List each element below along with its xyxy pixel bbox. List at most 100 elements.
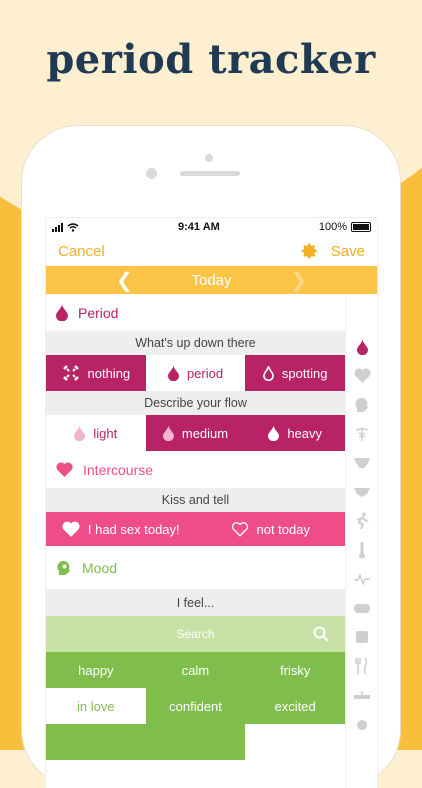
mood-calm[interactable]: calm bbox=[145, 652, 246, 688]
sidebar-scale[interactable] bbox=[346, 622, 377, 651]
search-icon bbox=[313, 626, 329, 642]
option-period-label: period bbox=[186, 365, 224, 381]
underwear-icon bbox=[354, 457, 370, 468]
period-subhead: What's up down there bbox=[46, 331, 345, 355]
pulse-icon bbox=[354, 572, 370, 585]
mood-row-3 bbox=[46, 724, 346, 760]
mood-search[interactable]: Search bbox=[46, 616, 345, 652]
app-screen: 9:41 AM 100% Cancel Save ❮ Today ❯ Perio… bbox=[46, 218, 377, 788]
runner-icon bbox=[356, 512, 369, 529]
head-icon bbox=[355, 397, 368, 412]
sleep-icon bbox=[354, 603, 370, 613]
drop-icon bbox=[356, 338, 368, 355]
option-not-today-label: not today bbox=[256, 521, 311, 537]
sidebar-runner[interactable] bbox=[346, 506, 377, 535]
battery-icon bbox=[350, 222, 371, 232]
sidebar-pad[interactable] bbox=[346, 477, 377, 506]
mood-subhead: I feel... bbox=[46, 589, 345, 616]
heart-icon bbox=[62, 521, 80, 537]
mood-row-1: happy calm frisky bbox=[46, 652, 346, 688]
option-nothing-label: nothing bbox=[87, 365, 131, 381]
flow-options: light medium heavy bbox=[46, 415, 346, 451]
sidebar-heart[interactable] bbox=[346, 361, 377, 390]
save-button[interactable]: Save bbox=[331, 243, 365, 260]
signal-icon bbox=[52, 222, 63, 232]
intercourse-subhead: Kiss and tell bbox=[46, 488, 345, 512]
chevron-right-icon[interactable]: ❯ bbox=[290, 268, 307, 293]
thermometer-icon bbox=[359, 541, 365, 558]
mood-row-2: in love confident excited bbox=[46, 688, 346, 724]
gear-icon[interactable] bbox=[301, 242, 319, 260]
period-header: Period bbox=[46, 294, 345, 331]
sidebar-head[interactable] bbox=[346, 390, 377, 419]
drop-icon bbox=[56, 304, 68, 321]
flow-medium[interactable]: medium bbox=[145, 415, 246, 451]
head-icon bbox=[57, 560, 70, 575]
drop-icon bbox=[74, 425, 86, 441]
sidebar-drop[interactable] bbox=[346, 332, 377, 361]
mood-happy[interactable]: happy bbox=[46, 652, 146, 688]
option-nothing[interactable]: nothing bbox=[46, 355, 146, 391]
chevron-left-icon[interactable]: ❮ bbox=[116, 268, 133, 293]
mood-in-love[interactable]: in love bbox=[46, 688, 146, 724]
sidebar-caduceus[interactable] bbox=[346, 419, 377, 448]
intercourse-header: Intercourse bbox=[46, 451, 345, 488]
sidebar-underwear[interactable] bbox=[346, 448, 377, 477]
flow-medium-label: medium bbox=[181, 425, 229, 441]
drop-icon bbox=[268, 425, 280, 441]
phone-frame: 9:41 AM 100% Cancel Save ❮ Today ❯ Perio… bbox=[22, 126, 400, 788]
date-label: Today bbox=[191, 271, 232, 289]
drop-icon bbox=[167, 365, 179, 381]
option-not-today[interactable]: not today bbox=[196, 512, 346, 546]
status-bar: 9:41 AM 100% bbox=[46, 218, 377, 236]
mood-cell[interactable] bbox=[245, 724, 346, 760]
option-had-sex-label: I had sex today! bbox=[87, 521, 180, 537]
intercourse-options: I had sex today! not today bbox=[46, 512, 345, 546]
scale-icon bbox=[356, 630, 368, 643]
drop-icon bbox=[162, 425, 174, 441]
mood-excited[interactable]: excited bbox=[245, 688, 346, 724]
ruler-icon bbox=[354, 690, 370, 699]
flow-light[interactable]: light bbox=[46, 415, 146, 451]
headline: period tracker bbox=[46, 36, 376, 83]
heart-icon bbox=[353, 368, 371, 383]
sidebar-ruler[interactable] bbox=[346, 680, 377, 709]
heart-outline-icon bbox=[231, 522, 248, 537]
cancel-button[interactable]: Cancel bbox=[58, 243, 105, 260]
search-placeholder: Search bbox=[176, 627, 215, 641]
option-spotting[interactable]: spotting bbox=[245, 355, 346, 391]
flow-subhead: Describe your flow bbox=[46, 391, 345, 415]
intercourse-title: Intercourse bbox=[83, 461, 154, 478]
battery-percent: 100% bbox=[318, 221, 347, 233]
period-options: nothing period spotting bbox=[46, 355, 346, 391]
mood-frisky[interactable]: frisky bbox=[245, 652, 346, 688]
sidebar-food[interactable] bbox=[346, 651, 377, 680]
option-had-sex[interactable]: I had sex today! bbox=[46, 512, 196, 546]
cross-circle-icon bbox=[62, 365, 79, 381]
nav-bar: Cancel Save bbox=[46, 236, 377, 266]
phone-speaker bbox=[180, 171, 240, 176]
mood-cell[interactable] bbox=[46, 724, 146, 760]
phone-camera bbox=[146, 168, 157, 179]
wifi-icon bbox=[67, 222, 79, 232]
period-title: Period bbox=[78, 304, 119, 321]
flow-heavy[interactable]: heavy bbox=[245, 415, 346, 451]
content-area: Period What's up down there nothing peri… bbox=[46, 294, 346, 760]
option-period[interactable]: period bbox=[145, 355, 246, 391]
mood-header: Mood bbox=[46, 546, 345, 589]
mood-cell[interactable] bbox=[145, 724, 246, 760]
pad-icon bbox=[354, 487, 370, 497]
sidebar-bottle[interactable] bbox=[346, 709, 377, 738]
flow-light-label: light bbox=[93, 425, 118, 441]
sidebar-pulse[interactable] bbox=[346, 564, 377, 593]
mood-confident[interactable]: confident bbox=[145, 688, 246, 724]
sidebar-thermometer[interactable] bbox=[346, 535, 377, 564]
status-time: 9:41 AM bbox=[178, 221, 220, 233]
bottle-icon bbox=[357, 719, 367, 730]
flow-heavy-label: heavy bbox=[287, 425, 323, 441]
category-sidebar bbox=[345, 294, 377, 788]
heart-icon bbox=[56, 462, 73, 477]
phone-sensor bbox=[205, 154, 213, 162]
sidebar-sleep[interactable] bbox=[346, 593, 377, 622]
caduceus-icon bbox=[355, 426, 369, 441]
